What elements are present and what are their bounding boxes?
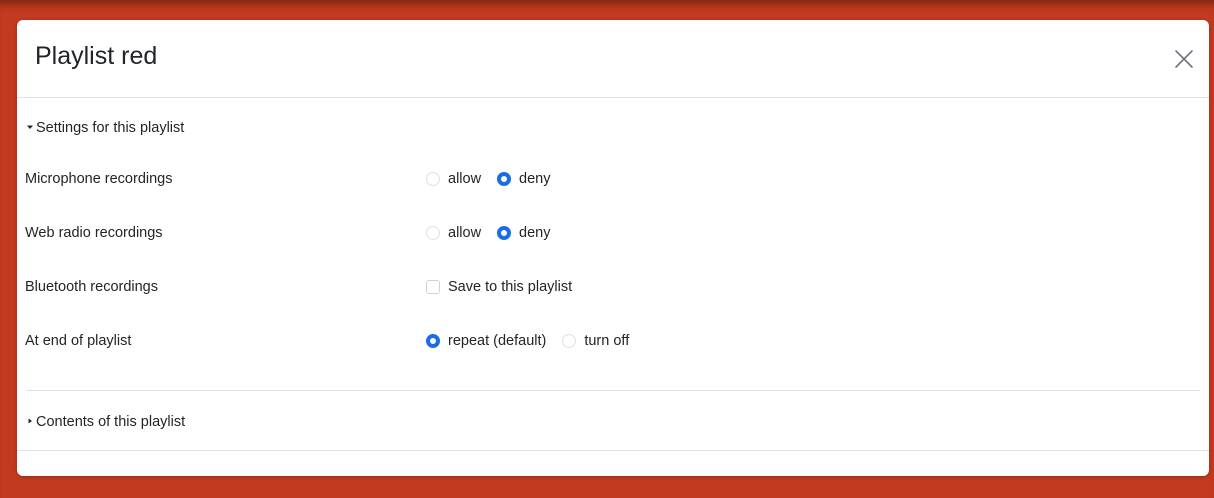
microphone-recordings-label: Microphone recordings: [25, 171, 173, 187]
settings-section-toggle[interactable]: Settings for this playlist: [25, 119, 184, 137]
bluetooth-save-label: Save to this playlist: [448, 279, 573, 295]
web-radio-allow-option[interactable]: allow: [426, 224, 481, 242]
end-repeat-option[interactable]: repeat (default): [426, 332, 546, 350]
bluetooth-recordings-options: Save to this playlist: [426, 278, 588, 296]
web-radio-allow-radio[interactable]: [426, 226, 440, 240]
settings-section-label: Settings for this playlist: [36, 120, 185, 136]
close-icon: [1175, 50, 1193, 68]
end-of-playlist-options: repeat (default) turn off: [426, 332, 645, 350]
end-turn-off-radio[interactable]: [562, 334, 577, 348]
microphone-deny-radio[interactable]: [497, 172, 512, 186]
web-radio-deny-label: deny: [519, 225, 551, 241]
bluetooth-save-checkbox[interactable]: [426, 280, 440, 294]
end-repeat-label: repeat (default): [448, 333, 547, 349]
web-radio-deny-option[interactable]: deny: [497, 224, 551, 242]
contents-section-label: Contents of this playlist: [36, 414, 186, 430]
end-turn-off-option[interactable]: turn off: [562, 332, 629, 350]
web-radio-deny-radio[interactable]: [497, 226, 512, 240]
microphone-deny-label: deny: [519, 171, 551, 187]
end-turn-off-label: turn off: [584, 333, 630, 349]
microphone-deny-option[interactable]: deny: [497, 170, 551, 188]
close-button[interactable]: [1170, 45, 1198, 73]
section-divider: [26, 390, 1200, 391]
end-repeat-radio[interactable]: [426, 334, 440, 348]
web-radio-recordings-label: Web radio recordings: [25, 225, 163, 241]
bluetooth-recordings-label: Bluetooth recordings: [25, 279, 158, 295]
dialog-header: Playlist red: [17, 20, 1209, 98]
end-of-playlist-label: At end of playlist: [25, 333, 132, 349]
web-radio-recordings-options: allow deny: [426, 224, 567, 242]
contents-section-toggle[interactable]: Contents of this playlist: [25, 413, 185, 431]
web-radio-allow-label: allow: [448, 225, 482, 241]
microphone-allow-option[interactable]: allow: [426, 170, 481, 188]
microphone-allow-radio[interactable]: [426, 172, 440, 186]
footer-divider: [17, 450, 1209, 451]
bluetooth-save-option[interactable]: Save to this playlist: [426, 278, 572, 296]
microphone-allow-label: allow: [448, 171, 482, 187]
playlist-settings-dialog: Playlist red Settings for this playlist …: [17, 20, 1209, 476]
caret-right-icon: [25, 413, 35, 431]
caret-down-icon: [25, 119, 35, 137]
microphone-recordings-options: allow deny: [426, 170, 567, 188]
dialog-title: Playlist red: [35, 42, 158, 70]
